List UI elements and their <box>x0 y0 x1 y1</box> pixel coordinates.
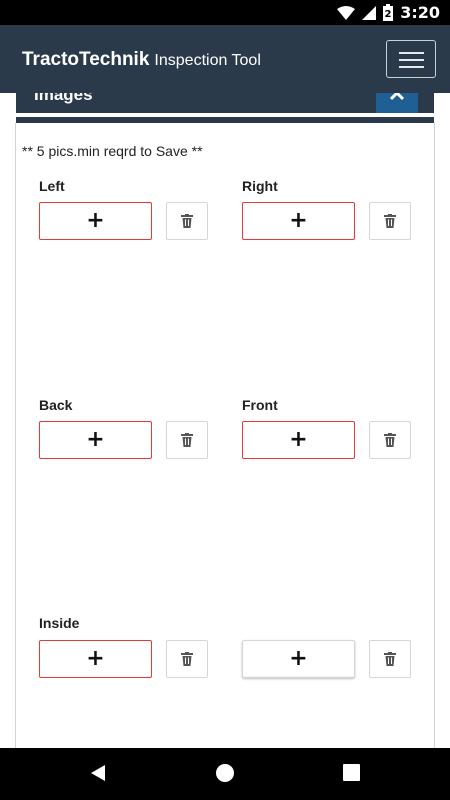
signal-icon <box>362 5 377 20</box>
modal-header: Images <box>16 93 434 113</box>
menu-toggle-button[interactable] <box>386 40 436 78</box>
close-icon <box>390 93 404 101</box>
trash-icon <box>384 433 396 447</box>
home-icon[interactable] <box>216 764 234 782</box>
add-photo-front-button[interactable]: + <box>242 421 355 459</box>
slot-label-left: Left <box>39 178 65 194</box>
trash-icon <box>181 214 193 228</box>
trash-icon <box>384 214 396 228</box>
add-photo-extra-button[interactable]: + <box>242 640 355 678</box>
back-icon[interactable] <box>89 764 107 782</box>
status-time: 3:20 <box>400 3 440 22</box>
modal-title: Images <box>34 93 93 104</box>
slot-label-back: Back <box>39 397 73 413</box>
brand-name: TractoTechnik <box>22 49 150 70</box>
add-photo-back-button[interactable]: + <box>39 421 152 459</box>
slot-label-inside: Inside <box>39 615 80 631</box>
delete-photo-front-button[interactable] <box>369 421 411 459</box>
brand-subtitle: Inspection Tool <box>154 52 261 69</box>
plus-icon: + <box>86 427 105 452</box>
add-photo-left-button[interactable]: + <box>39 202 152 240</box>
slot-label-right: Right <box>242 178 278 194</box>
modal-close-button[interactable] <box>376 93 418 113</box>
plus-icon: + <box>289 646 308 671</box>
status-icons: 2 3:20 <box>337 3 440 22</box>
plus-icon: + <box>86 208 105 233</box>
plus-icon: + <box>289 208 308 233</box>
delete-photo-left-button[interactable] <box>166 202 208 240</box>
plus-icon: + <box>289 427 308 452</box>
delete-photo-right-button[interactable] <box>369 202 411 240</box>
app-bar: TractoTechnik Inspection Tool <box>0 25 450 93</box>
battery-level: 2 <box>385 9 392 20</box>
app-brand[interactable]: TractoTechnik Inspection Tool <box>22 49 261 71</box>
add-photo-right-button[interactable]: + <box>242 202 355 240</box>
recents-icon[interactable] <box>343 764 360 781</box>
add-photo-inside-button[interactable]: + <box>39 640 152 678</box>
plus-icon: + <box>86 646 105 671</box>
trash-icon <box>181 652 193 666</box>
hamburger-icon <box>399 52 424 54</box>
trash-icon <box>181 433 193 447</box>
status-bar: 2 3:20 <box>0 0 450 25</box>
slot-label-front: Front <box>242 397 278 413</box>
wifi-icon <box>337 5 356 20</box>
trash-icon <box>384 652 396 666</box>
battery-icon: 2 <box>383 4 394 21</box>
delete-photo-back-button[interactable] <box>166 421 208 459</box>
min-photos-note: ** 5 pics.min reqrd to Save ** <box>22 143 203 159</box>
system-nav-bar <box>0 748 450 800</box>
delete-photo-inside-button[interactable] <box>166 640 208 678</box>
delete-photo-extra-button[interactable] <box>369 640 411 678</box>
